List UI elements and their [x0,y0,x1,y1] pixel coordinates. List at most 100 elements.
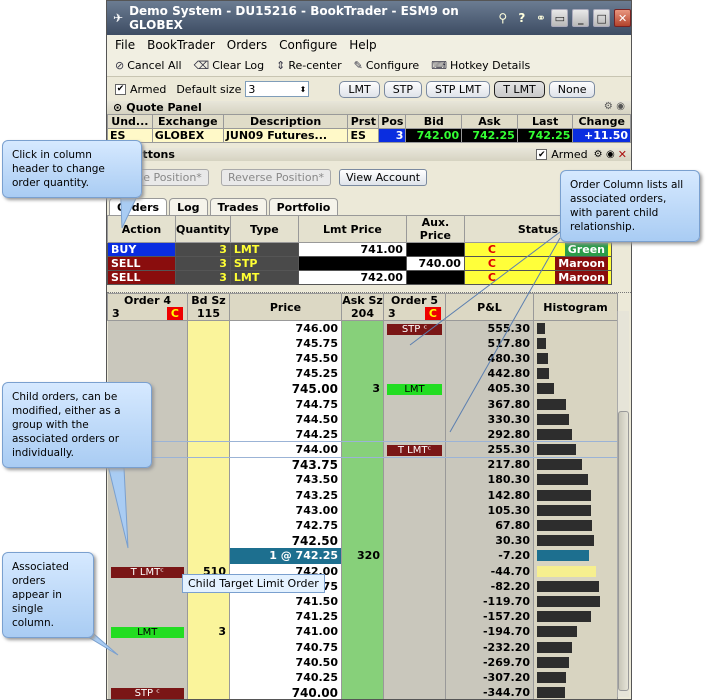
order-row[interactable]: SELL 3 LMT 742.00 C Maroon [107,270,613,285]
order4-cell[interactable] [107,366,188,382]
orders-header[interactable]: Quantity [175,215,231,243]
configure-button[interactable]: ✎ Configure [354,59,420,72]
quote-header[interactable]: Prst [347,114,380,129]
close-panel-icon[interactable]: ✕ [618,148,627,161]
ask-size-cell[interactable] [341,517,384,534]
menu-booktrader[interactable]: BookTrader [147,38,215,52]
order5-cell[interactable] [383,533,446,549]
order5-cell[interactable] [383,366,446,382]
bid-size-cell[interactable] [187,426,230,442]
ask-size-cell[interactable] [341,472,384,488]
order5-cell[interactable] [383,685,446,699]
order5-cell[interactable] [383,487,446,503]
ladder-row[interactable]: 740.25 -307.20 [107,669,618,685]
order5-header[interactable]: Order 53C [383,293,446,321]
pl-cell[interactable]: -344.70 [445,685,534,699]
ladder-row[interactable]: LMT 3 741.00 -194.70 [107,624,618,640]
bid-size-cell[interactable] [187,685,230,699]
bid-size-cell[interactable] [187,411,230,427]
order5-cell[interactable] [383,548,446,564]
ladder-row[interactable]: 745.25 442.80 [107,366,618,382]
histogram-cell[interactable] [533,578,618,594]
pl-cell[interactable]: -157.20 [445,609,534,625]
bid-size-cell[interactable] [187,472,230,488]
price-cell[interactable]: 745.50 [229,350,342,367]
quote-header[interactable]: Pos [378,114,407,129]
order4-cell[interactable] [107,487,188,503]
menu-help[interactable]: Help [349,38,376,52]
price-cell[interactable]: 745.00 [229,381,342,397]
hotkey-details-button[interactable]: ⌨ Hotkey Details [431,59,530,72]
order-tag[interactable]: LMT [110,627,184,639]
minimize-button[interactable]: _ [572,9,590,27]
pl-cell[interactable]: 217.80 [445,457,534,473]
pl-cell[interactable]: 30.30 [445,533,534,549]
order4-cell[interactable] [107,609,188,625]
order5-cell[interactable] [383,639,446,655]
tab-log[interactable]: Log [169,198,208,215]
order4-cell[interactable] [107,654,188,670]
pl-cell[interactable]: 255.30 [445,442,534,458]
gear-icon[interactable]: ⚙ ◉ [594,149,615,160]
bid-size-cell[interactable] [187,350,230,367]
link-icon[interactable]: ⚭ [534,11,547,25]
ask-size-cell[interactable] [341,609,384,625]
type-stp-lmt-button[interactable]: STP LMT [426,80,491,98]
type-lmt-button[interactable]: LMT [339,80,380,98]
type-t-lmt-button[interactable]: T LMT [494,80,545,98]
histogram-cell[interactable] [533,487,618,503]
order5-cell[interactable] [383,472,446,488]
menu-orders[interactable]: Orders [227,38,267,52]
price-cell[interactable]: 745.75 [229,335,342,351]
order4-cell[interactable]: STP ᶜ [107,685,188,699]
histogram-cell[interactable] [533,411,618,427]
bid-size-cell[interactable] [187,442,230,458]
pl-cell[interactable]: 517.80 [445,335,534,351]
order4-cell[interactable]: T LMTᶜ [107,563,188,579]
orders-header[interactable]: Action [107,215,176,243]
ladder-row[interactable]: 741.25 -157.20 [107,609,618,625]
bid-size-header[interactable]: Bd Sz 115 [187,293,230,321]
price-cell[interactable]: 742.75 [229,517,342,534]
pl-cell[interactable]: 330.30 [445,411,534,427]
ask-size-cell[interactable] [341,487,384,503]
price-cell[interactable]: 745.25 [229,366,342,382]
bid-size-cell[interactable]: 3 [187,624,230,640]
order-tag[interactable]: T LMTᶜ [387,445,442,457]
ladder-row[interactable]: 745.75 517.80 [107,335,618,351]
pl-cell[interactable]: 67.80 [445,517,534,534]
ask-size-cell[interactable] [341,654,384,670]
histogram-header[interactable]: Histogram [533,293,618,321]
ask-size-cell[interactable] [341,669,384,685]
ladder-row[interactable]: 740.75 -232.20 [107,639,618,655]
order5-cell[interactable]: LMT [383,381,446,397]
order4-cell[interactable] [107,578,188,594]
ask-size-cell[interactable] [341,593,384,610]
ladder-row[interactable]: 742.75 67.80 [107,517,618,534]
bid-size-cell[interactable] [187,320,230,336]
scroll-thumb[interactable] [618,411,629,691]
order4-cell[interactable]: LMT [107,624,188,640]
restore-button[interactable]: ▭ [551,9,569,27]
ladder-row[interactable]: 743.75 217.80 [107,457,618,473]
ladder-row[interactable]: 1 @ 742.25 320 -7.20 [107,548,618,564]
type-none-button[interactable]: None [548,80,596,98]
order5-cell[interactable] [383,624,446,640]
bid-size-cell[interactable] [187,396,230,412]
ladder-row[interactable]: 744.25 292.80 [107,426,618,442]
help-icon[interactable]: ? [515,11,528,25]
splitter[interactable] [107,285,631,293]
ask-size-cell[interactable] [341,533,384,549]
bid-size-cell[interactable] [187,502,230,518]
pl-cell[interactable]: 142.80 [445,487,534,503]
price-cell[interactable]: 741.25 [229,609,342,625]
histogram-cell[interactable] [533,320,618,336]
tab-trades[interactable]: Trades [209,198,267,215]
order5-cell[interactable] [383,563,446,579]
tab-orders[interactable]: Orders [109,198,168,215]
ladder-row[interactable]: 745.50 480.30 [107,350,618,367]
bid-size-cell[interactable] [187,335,230,351]
pl-cell[interactable]: 180.30 [445,472,534,488]
order4-cell[interactable] [107,335,188,351]
ask-size-cell[interactable] [341,442,384,458]
